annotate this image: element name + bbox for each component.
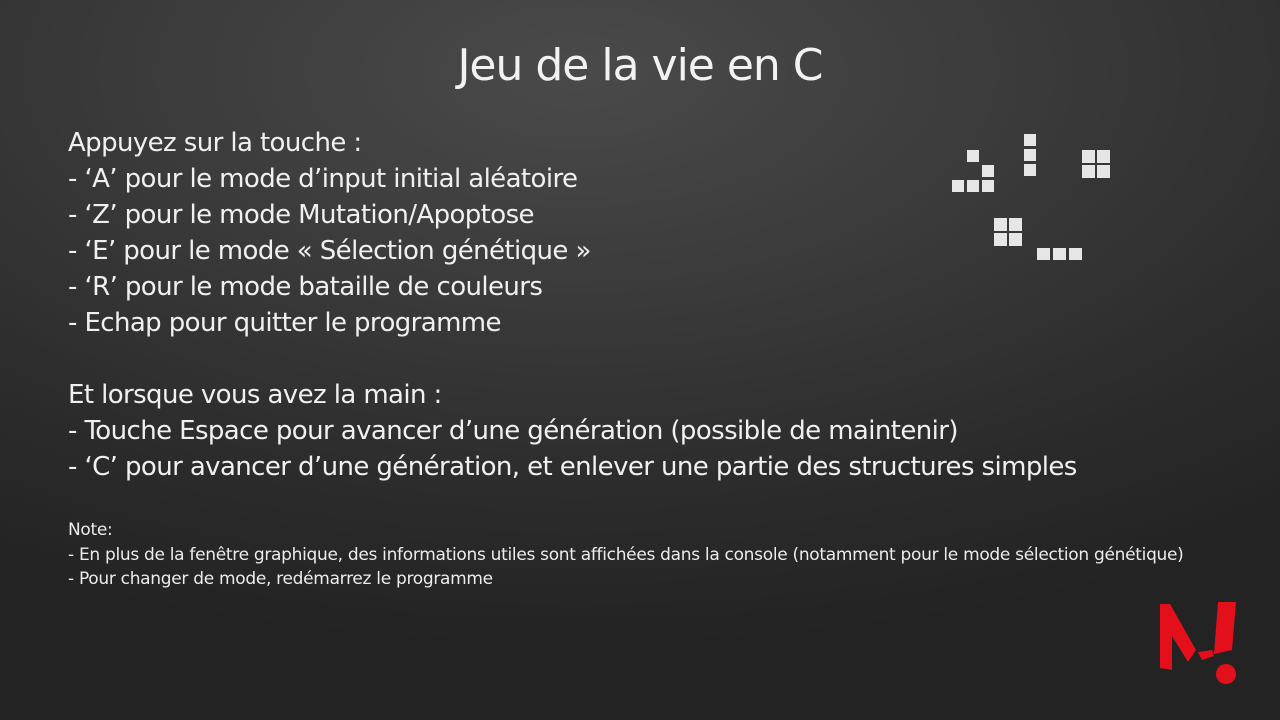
brand-logo-icon: [1160, 602, 1236, 684]
game-of-life-patterns-icon: [952, 134, 1110, 260]
